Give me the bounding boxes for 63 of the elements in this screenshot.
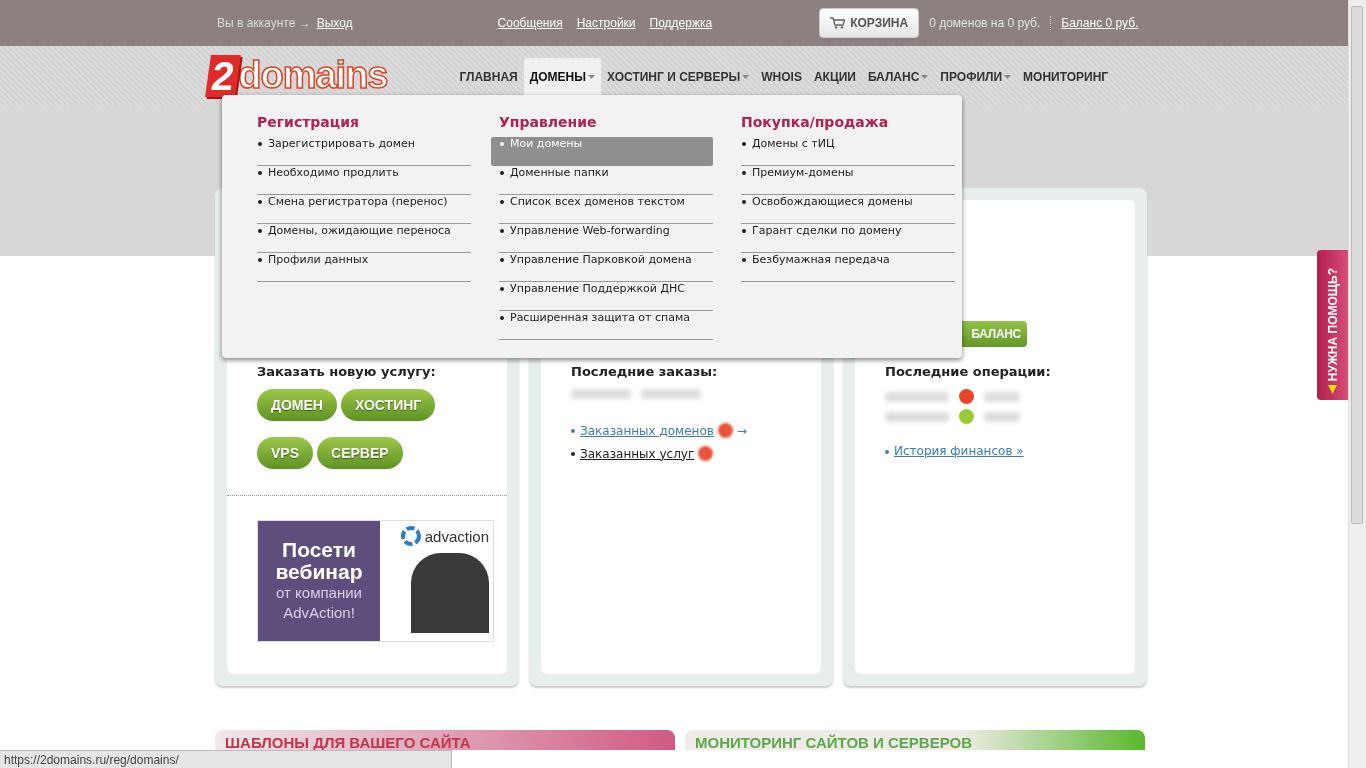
promo-title: МОНИТОРИНГ САЙТОВ И СЕРВЕРОВ: [695, 734, 972, 751]
menu-item[interactable]: Гарант сделки по домену: [741, 224, 955, 253]
promo-banner[interactable]: ШАБЛОНЫ ДЛЯ ВАШЕГО САЙТА: [215, 730, 675, 750]
logout-link[interactable]: Выход: [316, 16, 353, 30]
ring-logo-icon: [399, 525, 422, 547]
nav-item[interactable]: БАЛАНС: [861, 58, 935, 105]
menu-item[interactable]: Список всех доменов текстом: [499, 195, 713, 224]
menu-item[interactable]: Смена регистратора (перенос): [257, 195, 471, 224]
count-badge: [698, 446, 714, 461]
blurred-text: [641, 389, 701, 399]
blurred-text: [571, 389, 631, 399]
section-title: Заказать новую услугу:: [257, 364, 437, 379]
promo-title: ШАБЛОНЫ ДЛЯ ВАШЕГО САЙТА: [225, 734, 471, 751]
ad-banner[interactable]: Посети вебинар от компании AdvAction! advaction: [257, 520, 494, 642]
menu-item[interactable]: Управление Поддержкой ДНС: [499, 282, 713, 311]
menu-item[interactable]: Домены с тИЦ: [741, 137, 955, 166]
menu-item[interactable]: Профили данных: [257, 253, 471, 282]
menu-item[interactable]: Премиум-домены: [741, 166, 955, 195]
nav-item[interactable]: ХОСТИНГ И СЕРВЕРЫ: [601, 58, 756, 105]
cart-icon: [830, 17, 846, 29]
menu-item[interactable]: Освобождающиеся домены: [741, 195, 955, 224]
menu-item[interactable]: Управление Парковкой домена: [499, 253, 713, 282]
account-label: Вы в аккаунте →: [217, 16, 311, 30]
balance-link[interactable]: Баланс 0 руб.: [1061, 16, 1139, 30]
banner-subline: AdvAction!: [283, 603, 355, 623]
menu-item[interactable]: Доменные папки: [499, 166, 713, 195]
top-link[interactable]: Поддержка: [649, 16, 713, 30]
menu-item[interactable]: Безбумажная передача: [741, 253, 955, 282]
section-title: Последние операции:: [885, 364, 1052, 379]
blurred-text: [885, 411, 949, 422]
menu-item[interactable]: Необходимо продлить: [257, 166, 471, 195]
top-link[interactable]: Сообщения: [497, 16, 563, 30]
nav-item[interactable]: ПРОФИЛИ: [934, 58, 1018, 105]
triangle-icon: [1328, 385, 1337, 394]
orders-link[interactable]: Заказанных доменов: [571, 423, 714, 438]
cart-summary: 0 доменов на 0 руб.: [929, 16, 1052, 30]
menu-item[interactable]: Управление Web-forwarding: [499, 224, 713, 253]
banner-headline: Посети: [282, 539, 356, 561]
status-bar-url: https://2domains.ru/reg/domains/: [0, 750, 452, 768]
count-badge: [717, 423, 733, 438]
banner-headline: вебинар: [275, 561, 363, 583]
cart-button[interactable]: КОРЗИНА: [819, 8, 920, 38]
nav-item[interactable]: МОНИТОРИНГ: [1017, 58, 1115, 105]
blurred-text: [984, 411, 1020, 422]
orders-link[interactable]: Заказанных услуг: [571, 446, 695, 461]
logo[interactable]: 2domains: [208, 53, 388, 98]
banner-subline: от компании: [276, 583, 362, 603]
menu-item[interactable]: Расширенная защита от спама: [499, 311, 713, 340]
arrow-text: →: [736, 423, 747, 438]
blurred-text: [885, 391, 949, 402]
menu-heading: Управление: [499, 114, 598, 130]
scrollbar[interactable]: [1348, 0, 1366, 768]
menu-item[interactable]: Домены, ожидающие переноса: [257, 224, 471, 253]
menu-heading: Регистрация: [257, 114, 360, 130]
menu-item[interactable]: Зарегистрировать домен: [257, 137, 471, 166]
help-tab[interactable]: НУЖНА ПОМОЩЬ?: [1317, 250, 1348, 400]
menu-heading: Покупка/продажа: [741, 114, 890, 130]
scrollbar-thumb[interactable]: [1351, 6, 1363, 524]
blurred-text: [984, 391, 1020, 402]
finance-history-link[interactable]: История финансов »: [885, 444, 1024, 458]
top-link[interactable]: Настройки: [576, 16, 636, 30]
section-title: Последние заказы:: [571, 364, 719, 379]
banner-brand: advaction: [399, 525, 489, 547]
